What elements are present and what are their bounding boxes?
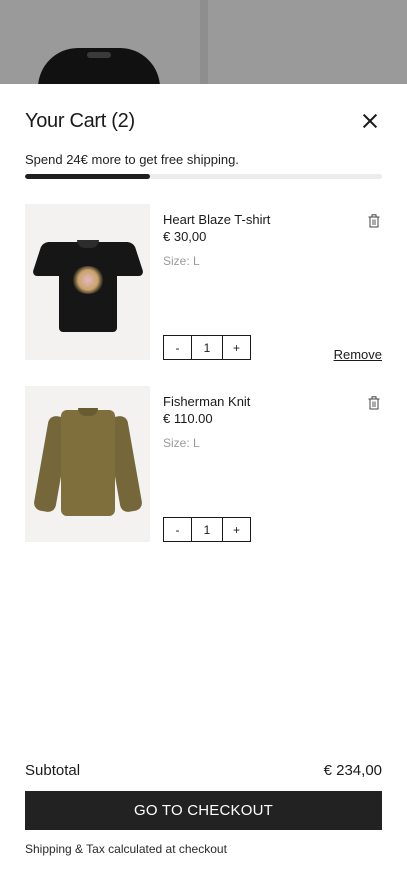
remove-item-link[interactable]: Remove [334,347,382,362]
product-name[interactable]: Heart Blaze T-shirt [163,212,270,227]
decrease-quantity-button[interactable]: - [164,336,191,359]
subtotal-row: Subtotal € 234,00 [25,762,382,779]
quantity-value[interactable]: 1 [191,336,223,359]
quantity-stepper: - 1 + [163,335,251,360]
page-backdrop [0,0,407,84]
background-shirt-image [38,48,160,84]
product-image-sweater[interactable] [25,386,150,542]
increase-quantity-button[interactable]: + [223,336,250,359]
checkout-button[interactable]: GO TO CHECKOUT [25,791,382,830]
free-shipping-progress-fill [25,174,150,179]
cart-item: Fisherman Knit € 110.00 Size: L - 1 + [25,386,382,544]
free-shipping-progress [25,174,382,179]
cart-item: Heart Blaze T-shirt € 30,00 Size: L - 1 … [25,204,382,362]
quantity-stepper: - 1 + [163,517,251,542]
product-price: € 110.00 [163,411,213,426]
product-name[interactable]: Fisherman Knit [163,394,250,409]
product-size: Size: L [163,254,200,268]
decrease-quantity-button[interactable]: - [164,518,191,541]
subtotal-label: Subtotal [25,762,81,779]
product-price: € 30,00 [163,229,207,244]
cart-drawer: Your Cart (2) Spend 24€ more to get free… [0,84,407,880]
background-product-tile [0,0,200,84]
background-product-tile [208,0,407,84]
trash-icon[interactable] [368,214,380,228]
quantity-value[interactable]: 1 [191,518,223,541]
subtotal-value: € 234,00 [323,762,382,779]
close-icon[interactable] [358,109,382,133]
trash-icon[interactable] [368,396,380,410]
increase-quantity-button[interactable]: + [223,518,250,541]
product-size: Size: L [163,436,200,450]
cart-title: Your Cart (2) [25,109,135,132]
product-image-tshirt[interactable] [25,204,150,360]
free-shipping-message: Spend 24€ more to get free shipping. [25,152,239,167]
shipping-tax-note: Shipping & Tax calculated at checkout [25,842,227,856]
cart-header: Your Cart (2) [25,106,382,136]
